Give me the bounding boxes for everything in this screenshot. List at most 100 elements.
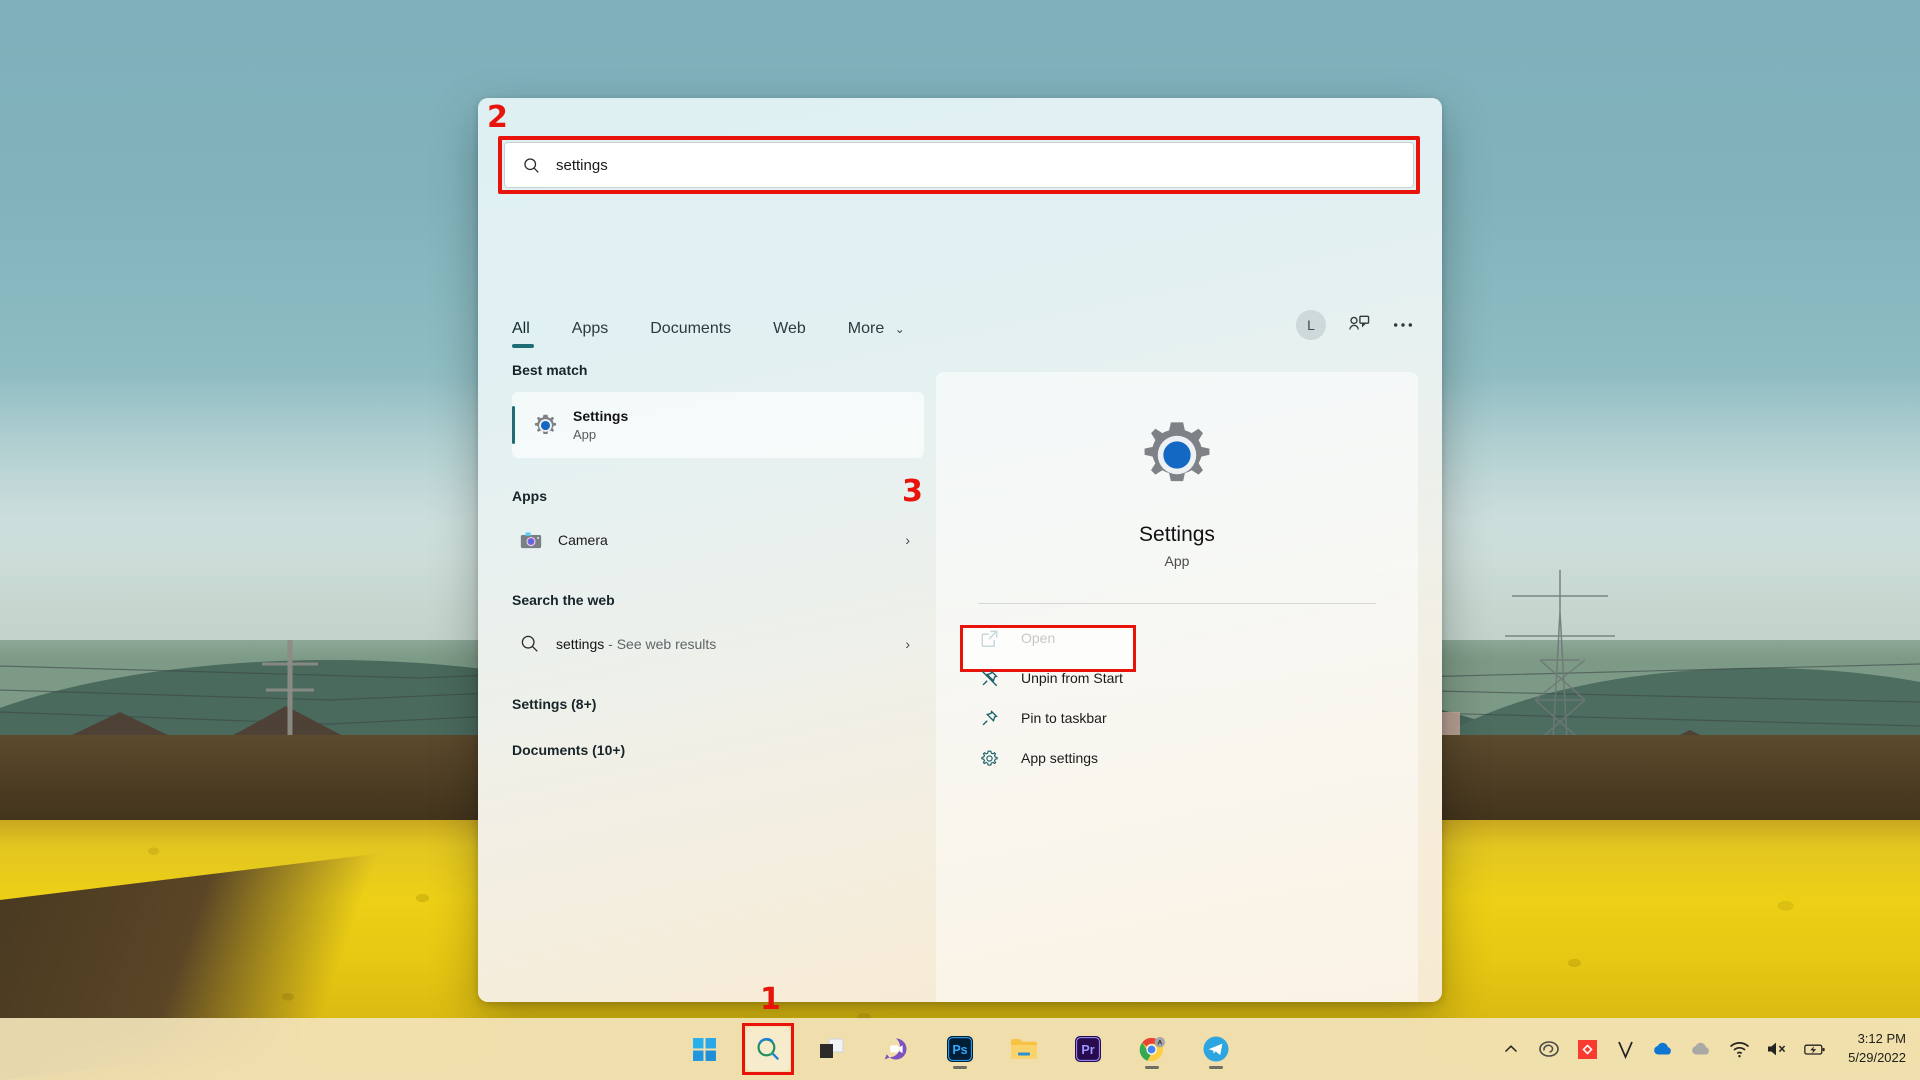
web-search-query: settings — [556, 636, 605, 652]
action-pin-label: Pin to taskbar — [1021, 710, 1107, 726]
avatar[interactable]: L — [1296, 310, 1326, 340]
volume-tray[interactable] — [1766, 1038, 1788, 1060]
section-title-settings-count[interactable]: Settings (8+) — [478, 696, 936, 712]
chevron-right-icon: › — [905, 636, 910, 652]
section-title-documents-count[interactable]: Documents (10+) — [478, 742, 936, 758]
section-title-apps: Apps — [512, 488, 547, 504]
search-input-value: settings — [556, 156, 608, 174]
system-tray: 3:12 PM 5/29/2022 — [1500, 1018, 1906, 1080]
tab-all-label: All — [512, 320, 530, 337]
clock-time: 3:12 PM — [1857, 1031, 1906, 1047]
unpin-icon — [981, 669, 998, 686]
settings-gear-icon — [1144, 422, 1210, 482]
wifi-icon — [1729, 1041, 1749, 1057]
svg-text:Pr: Pr — [1081, 1043, 1094, 1057]
best-match-title: Settings — [573, 407, 629, 424]
search-input-wrapper: settings — [498, 136, 1420, 194]
tab-documents[interactable]: Documents — [644, 316, 737, 350]
action-unpin-label: Unpin from Start — [1021, 670, 1123, 686]
search-icon — [756, 1037, 779, 1060]
onedrive-blue-icon — [1654, 1042, 1671, 1055]
premiere-icon: Pr — [1075, 1036, 1101, 1062]
search-input[interactable]: settings — [504, 142, 1414, 188]
search-filter-tabs: All Apps Documents Web More ⌄ — [506, 316, 911, 350]
running-indicator — [1209, 1066, 1223, 1069]
app-preview-type: App — [1164, 553, 1190, 569]
result-item-web-search[interactable]: settings - See web results › — [512, 622, 924, 666]
action-app-settings[interactable]: App settings — [960, 738, 1394, 778]
telegram-icon — [1203, 1036, 1229, 1062]
result-item-camera-label: Camera — [558, 532, 608, 548]
annotation-number-2: 2 — [487, 100, 508, 135]
telegram-button[interactable] — [1194, 1027, 1238, 1071]
battery-charging-icon — [1804, 1044, 1825, 1055]
show-hidden-icons[interactable] — [1500, 1038, 1522, 1060]
tab-all[interactable]: All — [506, 316, 536, 350]
taskbar: Ps Pr A 3:12 PM 5/29/2022 — [0, 1018, 1920, 1080]
creative-cloud-tray[interactable] — [1538, 1038, 1560, 1060]
action-pin-to-taskbar[interactable]: Pin to taskbar — [960, 698, 1394, 738]
feedback-icon[interactable] — [1348, 315, 1370, 335]
settings-gear-icon — [534, 414, 557, 434]
best-match-result[interactable]: Settings App — [512, 392, 924, 458]
taskbar-center-icons: Ps Pr A — [682, 1023, 1238, 1075]
pin-icon — [982, 709, 998, 725]
network-tray[interactable] — [1728, 1038, 1750, 1060]
app-preview-hero: Settings App — [936, 372, 1418, 569]
search-results-column: Best match Settings App Apps Camera › Se… — [478, 362, 936, 772]
action-unpin-from-start[interactable]: Unpin from Start — [960, 658, 1394, 698]
chrome-icon: A — [1139, 1036, 1165, 1061]
chat-video-icon — [884, 1038, 907, 1060]
adobe-tray[interactable] — [1576, 1038, 1598, 1060]
chat-button[interactable] — [874, 1027, 918, 1071]
photoshop-icon: Ps — [947, 1036, 973, 1062]
windows-logo-icon — [692, 1037, 716, 1061]
avatar-initial: L — [1307, 317, 1315, 333]
clock[interactable]: 3:12 PM 5/29/2022 — [1848, 1030, 1906, 1068]
gear-icon — [981, 750, 998, 766]
result-item-camera[interactable]: Camera › — [512, 518, 924, 562]
photoshop-button[interactable]: Ps — [938, 1027, 982, 1071]
tab-apps[interactable]: Apps — [566, 316, 614, 350]
best-match-subtitle: App — [573, 426, 597, 442]
windows-search-panel: settings All Apps Documents Web More ⌄ L… — [478, 98, 1442, 1002]
chrome-badge-label: A — [1157, 1039, 1162, 1046]
more-options-icon[interactable] — [1392, 321, 1414, 329]
chrome-button[interactable]: A — [1130, 1027, 1174, 1071]
app-preview-panel: Settings App Open Unpin from Start Pin t… — [936, 372, 1418, 1002]
section-title-search-the-web: Search the web — [512, 592, 615, 608]
annotation-number-1: 1 — [760, 982, 781, 1017]
task-view-icon — [820, 1038, 844, 1058]
speaker-muted-icon — [1768, 1042, 1786, 1056]
task-view-button[interactable] — [810, 1027, 854, 1071]
search-icon — [524, 157, 539, 173]
onedrive-personal-tray[interactable] — [1652, 1038, 1674, 1060]
premiere-pro-button[interactable]: Pr — [1066, 1027, 1110, 1071]
onedrive-gray-icon — [1692, 1042, 1709, 1055]
section-title-best-match: Best match — [512, 362, 588, 378]
action-open[interactable]: Open — [960, 618, 1394, 658]
annotation-number-3: 3 — [902, 474, 923, 509]
search-header-actions: L — [1296, 310, 1414, 340]
desktop: settings All Apps Documents Web More ⌄ L… — [0, 0, 1920, 1080]
file-explorer-button[interactable] — [1002, 1027, 1046, 1071]
chevron-down-icon: ⌄ — [894, 322, 905, 336]
tab-more-label: More — [847, 320, 885, 337]
battery-tray[interactable] — [1804, 1038, 1826, 1060]
search-icon — [521, 635, 538, 652]
divider — [978, 603, 1376, 604]
action-app-settings-label: App settings — [1021, 750, 1099, 766]
onedrive-work-tray[interactable] — [1690, 1038, 1712, 1060]
tab-documents-label: Documents — [650, 320, 732, 337]
tab-web[interactable]: Web — [767, 316, 812, 350]
camera-icon — [520, 531, 542, 548]
app-preview-name: Settings — [1139, 523, 1215, 546]
tab-more[interactable]: More ⌄ — [842, 316, 911, 350]
clock-date: 5/29/2022 — [1848, 1050, 1906, 1065]
running-indicator — [953, 1066, 967, 1069]
chevron-up-icon — [1505, 1045, 1518, 1053]
search-button[interactable] — [742, 1023, 794, 1075]
v-letter-icon — [1617, 1041, 1633, 1059]
vegas-tray[interactable] — [1614, 1038, 1636, 1060]
start-button[interactable] — [682, 1027, 726, 1071]
